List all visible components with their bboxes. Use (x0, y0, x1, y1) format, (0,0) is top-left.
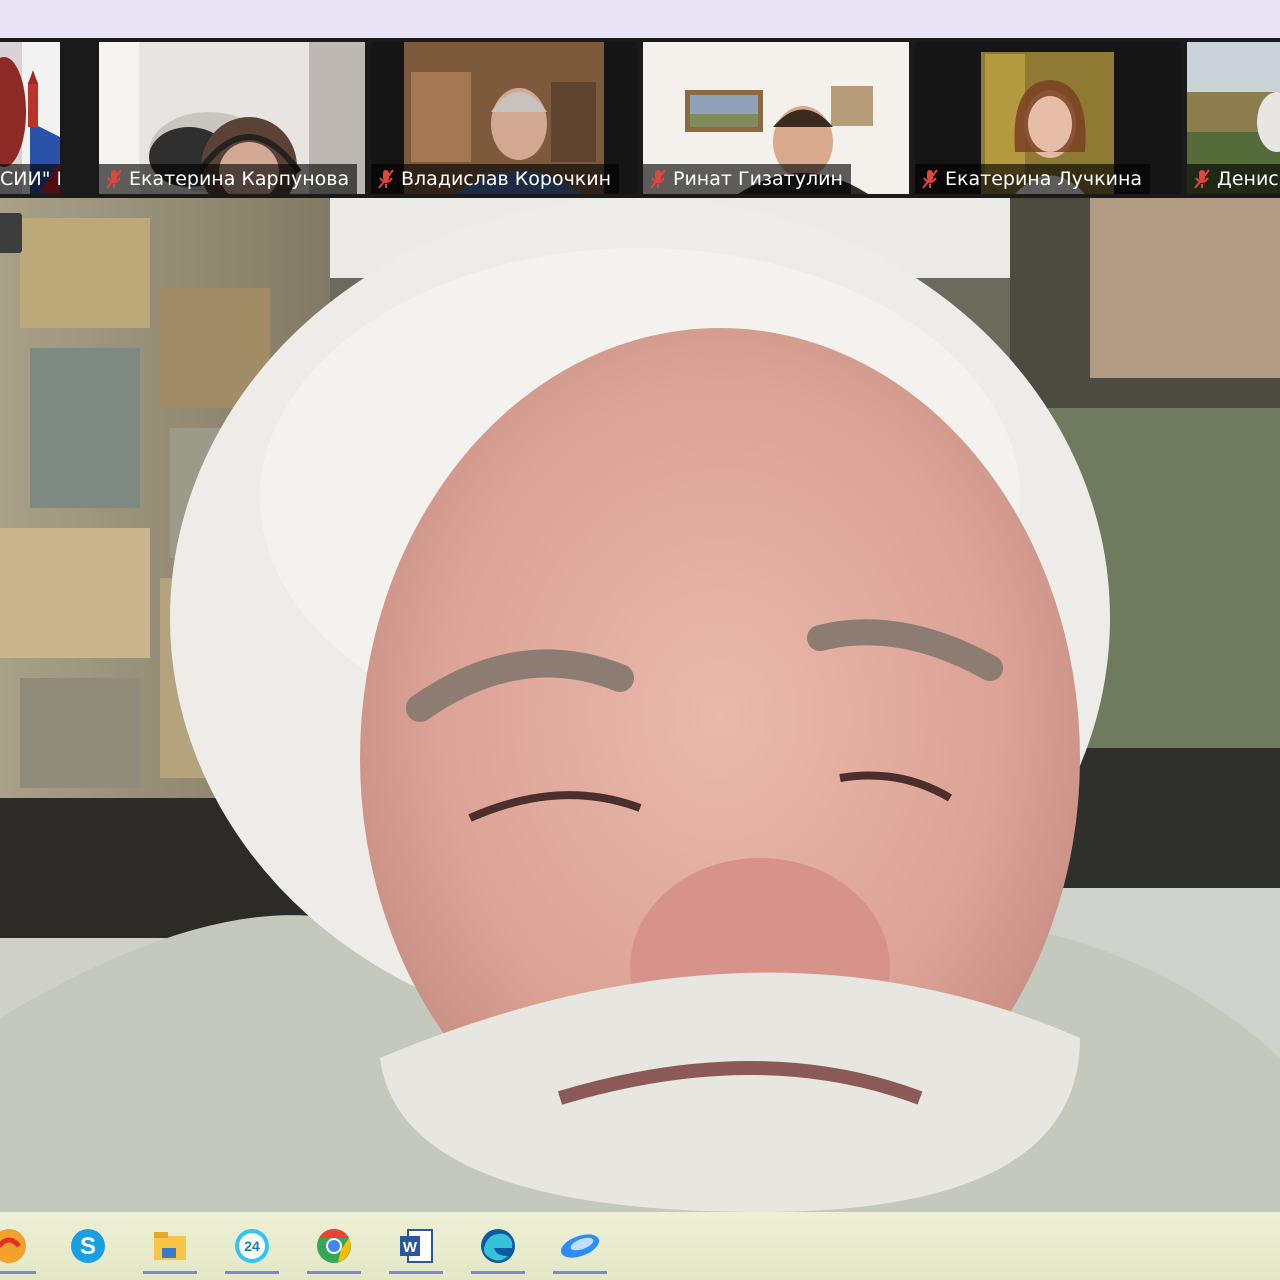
taskbar-app-chrome[interactable] (303, 1218, 365, 1274)
participant-name: Екатерина Карпунова (129, 168, 350, 190)
taskbar-app-edge[interactable] (467, 1218, 529, 1274)
participant-name: Екатерина Лучкина (945, 168, 1143, 190)
active-app-indicator (0, 1271, 36, 1274)
active-app-indicator (225, 1271, 279, 1274)
active-app-indicator (307, 1271, 361, 1274)
active-app-indicator (389, 1271, 443, 1274)
participant-name-bar: Екатерина Лучкина (915, 164, 1151, 194)
window-top-bar (0, 0, 1280, 38)
active-app-indicator (471, 1271, 525, 1274)
participant-tile[interactable]: Денис (1187, 42, 1280, 194)
participant-tile[interactable]: Владислав Корочкин (371, 42, 637, 194)
mic-muted-icon (922, 169, 938, 189)
skype-icon: S (71, 1229, 105, 1263)
participant-name-bar: Денис (1187, 164, 1280, 194)
edge-icon (481, 1229, 515, 1263)
participant-name: Владислав Корочкин (401, 168, 612, 190)
participant-name: Денис (1217, 168, 1279, 190)
mic-muted-icon (650, 169, 666, 189)
svg-text:24: 24 (244, 1238, 260, 1254)
mic-muted-icon (378, 169, 394, 189)
participant-name: Ринат Гизатулин (673, 168, 843, 190)
svg-text:W: W (403, 1239, 418, 1256)
taskbar-app-skype[interactable]: S (57, 1218, 119, 1274)
bitrix24-icon: 24 (235, 1229, 269, 1263)
side-panel-tab[interactable] (0, 213, 22, 253)
taskbar-app-explorer[interactable] (139, 1218, 201, 1274)
chrome-icon (317, 1229, 351, 1263)
participant-name-bar: Ринат Гизатулин (643, 164, 851, 194)
taskbar-app-word[interactable]: W (385, 1218, 447, 1274)
active-speaker-video (0, 198, 1280, 1212)
participant-tile[interactable]: Ринат Гизатулин (643, 42, 909, 194)
svg-text:S: S (80, 1233, 96, 1260)
file-explorer-icon (154, 1232, 186, 1260)
mic-muted-icon (1194, 169, 1210, 189)
word-icon: W (400, 1229, 433, 1263)
participant-name: СИИ" Р... (0, 168, 60, 190)
browser-app-icon (0, 1229, 26, 1263)
active-app-indicator (553, 1271, 607, 1274)
participant-name-bar: СИИ" Р... (0, 164, 60, 194)
participant-tile[interactable]: СИИ" Р... (0, 42, 60, 194)
taskbar-app-browser[interactable] (0, 1218, 40, 1274)
participant-tile[interactable]: Екатерина Карпунова (99, 42, 365, 194)
participant-name-bar: Екатерина Карпунова (99, 164, 358, 194)
active-app-indicator (143, 1271, 197, 1274)
participant-tile[interactable]: Екатерина Лучкина (915, 42, 1181, 194)
zoom-icon (560, 1234, 600, 1258)
mic-muted-icon (106, 169, 122, 189)
taskbar: S 24 W (0, 1212, 1280, 1280)
participant-name-bar: Владислав Корочкин (371, 164, 620, 194)
taskbar-app-zoom[interactable] (549, 1218, 611, 1274)
taskbar-app-bitrix24[interactable]: 24 (221, 1218, 283, 1274)
